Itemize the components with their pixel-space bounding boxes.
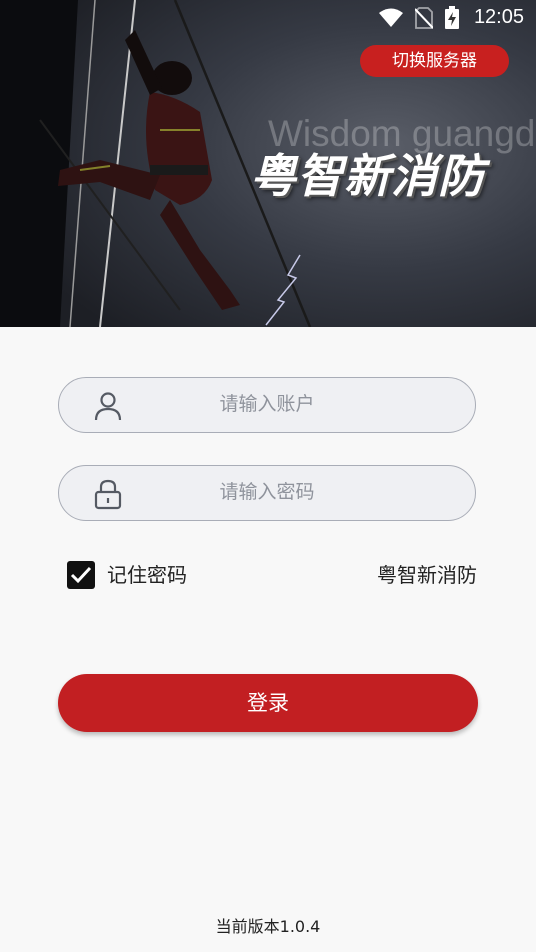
status-bar: 12:05 [0,0,536,36]
switch-server-button[interactable]: 切换服务器 [360,45,509,77]
account-field[interactable]: 请输入账户 [58,377,476,433]
remember-password-label: 记住密码 [107,563,187,587]
remember-password-checkbox[interactable] [67,561,95,589]
password-input[interactable]: 请输入密码 [59,466,475,519]
login-button[interactable]: 登录 [58,674,478,732]
brand-label: 粤智新消防 [377,563,477,587]
brand-title: 粤智新消防 [250,149,485,203]
account-input[interactable]: 请输入账户 [59,378,475,431]
version-text: 当前版本1.0.4 [215,917,321,936]
header-banner: 12:05 切换服务器 Wisdom guangdong 粤智新消防 [0,0,536,327]
no-sim-icon [415,7,433,29]
wifi-icon [379,8,403,27]
status-time: 12:05 [473,6,524,28]
battery-charging-icon [445,6,459,29]
password-field[interactable]: 请输入密码 [58,465,476,521]
checkmark-icon [70,566,92,584]
